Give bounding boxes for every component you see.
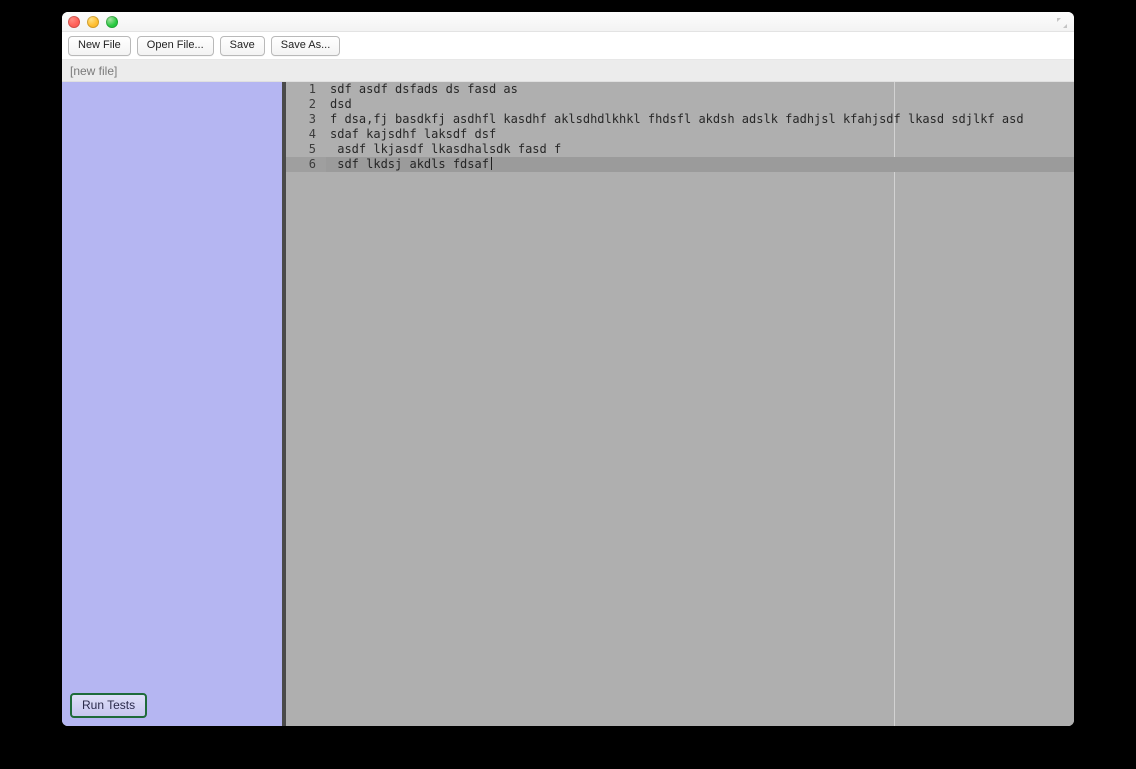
close-window-button[interactable] xyxy=(68,16,80,28)
line-text[interactable]: asdf lkjasdf lkasdhalsdk fasd f xyxy=(326,142,1074,157)
minimize-window-button[interactable] xyxy=(87,16,99,28)
print-margin-guide xyxy=(894,82,895,726)
editor-line[interactable]: 4sdaf kajsdhf laksdf dsf xyxy=(286,127,1074,142)
editor-line[interactable]: 3f dsa,fj basdkfj asdhfl kasdhf aklsdhdl… xyxy=(286,112,1074,127)
open-file-button[interactable]: Open File... xyxy=(137,36,214,56)
line-number: 1 xyxy=(286,82,326,97)
line-number: 5 xyxy=(286,142,326,157)
file-path-bar: [new file] xyxy=(62,60,1074,82)
line-number: 4 xyxy=(286,127,326,142)
run-tests-button[interactable]: Run Tests xyxy=(70,693,147,718)
editor-line[interactable]: 6 sdf lkdsj akdls fdsaf xyxy=(286,157,1074,172)
zoom-window-button[interactable] xyxy=(106,16,118,28)
editor-line[interactable]: 1sdf asdf dsfads ds fasd as xyxy=(286,82,1074,97)
window-controls xyxy=(68,16,118,28)
app-window: New File Open File... Save Save As... [n… xyxy=(62,12,1074,726)
line-text[interactable]: sdf asdf dsfads ds fasd as xyxy=(326,82,1074,97)
line-text[interactable]: sdf lkdsj akdls fdsaf xyxy=(326,157,1074,172)
text-cursor xyxy=(491,157,493,170)
line-number: 6 xyxy=(286,157,326,172)
editor-line[interactable]: 2dsd xyxy=(286,97,1074,112)
code-editor[interactable]: 1sdf asdf dsfads ds fasd as2dsd3f dsa,fj… xyxy=(286,82,1074,726)
line-text[interactable]: dsd xyxy=(326,97,1074,112)
line-number: 2 xyxy=(286,97,326,112)
fullscreen-icon[interactable] xyxy=(1056,16,1068,28)
line-text[interactable]: sdaf kajsdhf laksdf dsf xyxy=(326,127,1074,142)
line-number: 3 xyxy=(286,112,326,127)
new-file-button[interactable]: New File xyxy=(68,36,131,56)
save-as-button[interactable]: Save As... xyxy=(271,36,341,56)
editor-line[interactable]: 5 asdf lkjasdf lkasdhalsdk fasd f xyxy=(286,142,1074,157)
toolbar: New File Open File... Save Save As... xyxy=(62,32,1074,60)
line-text[interactable]: f dsa,fj basdkfj asdhfl kasdhf aklsdhdlk… xyxy=(326,112,1074,127)
titlebar xyxy=(62,12,1074,32)
file-path-label: [new file] xyxy=(70,64,117,78)
save-button[interactable]: Save xyxy=(220,36,265,56)
sidebar: Run Tests xyxy=(62,82,286,726)
